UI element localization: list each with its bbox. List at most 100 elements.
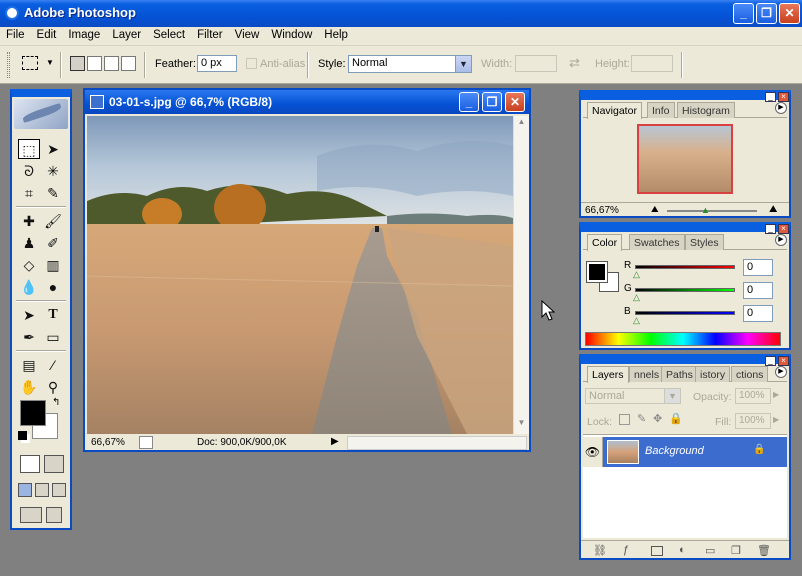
jump-to-imageready-icon[interactable] bbox=[20, 507, 42, 523]
path-selection-tool-icon[interactable]: ➤ bbox=[18, 305, 40, 325]
rectangle-tool-icon[interactable]: ▭ bbox=[42, 327, 64, 347]
tab-styles[interactable]: Styles bbox=[685, 234, 724, 250]
brush-tool-icon[interactable]: 🖌 bbox=[42, 211, 64, 231]
blue-channel-slider[interactable] bbox=[635, 311, 735, 315]
navigator-zoom-slider[interactable] bbox=[667, 210, 757, 212]
standard-mode-icon[interactable] bbox=[20, 455, 40, 473]
document-canvas-photo[interactable] bbox=[87, 116, 513, 434]
zoom-out-icon[interactable]: ⛰ bbox=[651, 204, 659, 215]
layer-visibility-eye-icon[interactable]: 👁 bbox=[583, 437, 603, 467]
new-group-icon[interactable]: ▭ bbox=[705, 544, 715, 557]
opacity-input[interactable]: 100% bbox=[735, 388, 771, 404]
scroll-down-icon[interactable]: ▼ bbox=[515, 418, 528, 431]
menu-window[interactable]: Window bbox=[265, 27, 318, 41]
tab-layers[interactable]: Layers bbox=[587, 366, 629, 383]
pen-tool-icon[interactable]: ✒ bbox=[18, 327, 40, 347]
antialias-checkbox[interactable] bbox=[246, 58, 257, 69]
palette-menu-icon[interactable]: ▶ bbox=[775, 102, 787, 114]
new-layer-icon[interactable]: ❐ bbox=[731, 544, 741, 557]
menu-image[interactable]: Image bbox=[62, 27, 106, 41]
palette-minimize-button[interactable]: _ bbox=[765, 92, 776, 102]
rectangular-marquee-tool-icon[interactable]: ⬚ bbox=[18, 139, 40, 159]
gradient-tool-icon[interactable]: ▥ bbox=[42, 255, 64, 275]
tab-swatches[interactable]: Swatches bbox=[629, 234, 685, 250]
palette-close-button[interactable]: × bbox=[778, 356, 789, 366]
lock-transparency-icon[interactable] bbox=[619, 414, 630, 425]
palette-close-button[interactable]: × bbox=[778, 224, 789, 234]
adobe-online-feather-icon[interactable] bbox=[14, 99, 68, 129]
lock-position-icon[interactable]: ✥ bbox=[653, 412, 662, 425]
blue-slider-thumb-icon[interactable]: △ bbox=[633, 315, 640, 326]
add-to-selection-button[interactable] bbox=[87, 56, 102, 71]
layer-name[interactable]: Background bbox=[645, 445, 704, 457]
green-channel-input[interactable]: 0 bbox=[743, 282, 773, 299]
status-info-icon[interactable] bbox=[139, 436, 153, 449]
lock-image-icon[interactable]: ✎ bbox=[637, 412, 646, 425]
style-select[interactable]: Normal ▼ bbox=[348, 55, 472, 73]
healing-brush-tool-icon[interactable]: ✚ bbox=[18, 211, 40, 231]
move-tool-icon[interactable]: ➤ bbox=[42, 139, 64, 159]
menu-select[interactable]: Select bbox=[147, 27, 191, 41]
type-tool-icon[interactable]: T bbox=[42, 305, 64, 325]
navigator-slider-thumb-icon[interactable]: ▲ bbox=[701, 205, 710, 215]
layer-mask-icon[interactable] bbox=[651, 546, 663, 556]
menu-view[interactable]: View bbox=[229, 27, 266, 41]
tool-preset-dropdown-icon[interactable]: ▼ bbox=[46, 58, 54, 67]
document-title-bar[interactable]: 03-01-s.jpg @ 66,7% (RGB/8) _ ❐ ✕ bbox=[85, 90, 529, 114]
zoom-in-icon[interactable]: ⛰ bbox=[769, 204, 777, 215]
maximize-button[interactable]: ❐ bbox=[756, 3, 777, 24]
color-ramp-spectrum[interactable] bbox=[585, 332, 781, 346]
doc-minimize-button[interactable]: _ bbox=[459, 92, 479, 112]
default-colors-icon[interactable] bbox=[18, 431, 27, 440]
intersect-selection-button[interactable] bbox=[121, 56, 136, 71]
close-button[interactable]: ✕ bbox=[779, 3, 800, 24]
document-horizontal-scrollbar[interactable] bbox=[347, 436, 527, 450]
color-fg-swatch[interactable] bbox=[586, 261, 608, 283]
crop-tool-icon[interactable]: ⌗ bbox=[18, 183, 40, 203]
minimize-button[interactable]: _ bbox=[733, 3, 754, 24]
quick-mask-mode-icon[interactable] bbox=[44, 455, 64, 473]
tab-info[interactable]: Info bbox=[647, 102, 675, 118]
palette-minimize-button[interactable]: _ bbox=[765, 224, 776, 234]
layer-style-icon[interactable]: ƒ bbox=[623, 544, 629, 556]
swap-colors-icon[interactable]: ↰ bbox=[52, 397, 60, 408]
scroll-up-icon[interactable]: ▲ bbox=[515, 117, 528, 130]
slice-tool-icon[interactable]: ✎ bbox=[42, 183, 64, 203]
feather-input[interactable]: 0 px bbox=[197, 55, 237, 72]
tab-paths[interactable]: Paths bbox=[661, 366, 698, 382]
palette-menu-icon[interactable]: ▶ bbox=[775, 234, 787, 246]
menu-filter[interactable]: Filter bbox=[191, 27, 229, 41]
eraser-tool-icon[interactable]: ◇ bbox=[18, 255, 40, 275]
rectangular-marquee-icon[interactable] bbox=[22, 56, 38, 70]
tab-color[interactable]: Color bbox=[587, 234, 623, 251]
navigator-thumbnail[interactable] bbox=[637, 124, 733, 194]
document-vertical-scrollbar[interactable]: ▲ ▼ bbox=[513, 116, 529, 434]
green-slider-thumb-icon[interactable]: △ bbox=[633, 292, 640, 303]
menu-edit[interactable]: Edit bbox=[31, 27, 63, 41]
red-slider-thumb-icon[interactable]: △ bbox=[633, 269, 640, 280]
adjustment-layer-icon[interactable]: ◐ bbox=[679, 544, 686, 556]
edit-in-imageready-icon[interactable] bbox=[46, 507, 62, 523]
doc-close-button[interactable]: ✕ bbox=[505, 92, 525, 112]
fill-arrow-icon[interactable]: ▶ bbox=[773, 415, 779, 424]
doc-maximize-button[interactable]: ❐ bbox=[482, 92, 502, 112]
status-menu-arrow-icon[interactable]: ▶ bbox=[331, 436, 339, 447]
lock-all-icon[interactable]: 🔒 bbox=[669, 412, 683, 425]
magic-wand-tool-icon[interactable]: ✳ bbox=[42, 161, 64, 181]
width-input[interactable] bbox=[515, 55, 557, 72]
subtract-from-selection-button[interactable] bbox=[104, 56, 119, 71]
blue-channel-input[interactable]: 0 bbox=[743, 305, 773, 322]
zoom-readout[interactable]: 66,67% bbox=[91, 437, 125, 448]
fill-input[interactable]: 100% bbox=[735, 413, 771, 429]
foreground-color-swatch[interactable] bbox=[20, 400, 46, 426]
palette-close-button[interactable]: × bbox=[778, 92, 789, 102]
palette-menu-icon[interactable]: ▶ bbox=[775, 366, 787, 378]
tab-history[interactable]: istory bbox=[695, 366, 731, 382]
link-layers-icon[interactable]: ⛓ bbox=[593, 544, 607, 557]
blur-tool-icon[interactable]: 💧 bbox=[18, 277, 40, 297]
notes-tool-icon[interactable]: ▤ bbox=[18, 355, 40, 375]
swap-dimensions-icon[interactable]: ⇄ bbox=[569, 55, 580, 71]
layer-row-background[interactable]: 👁 Background 🔒 bbox=[583, 437, 787, 467]
full-screen-mode-icon[interactable] bbox=[52, 483, 66, 497]
eyedropper-tool-icon[interactable]: ⁄ bbox=[42, 355, 64, 375]
